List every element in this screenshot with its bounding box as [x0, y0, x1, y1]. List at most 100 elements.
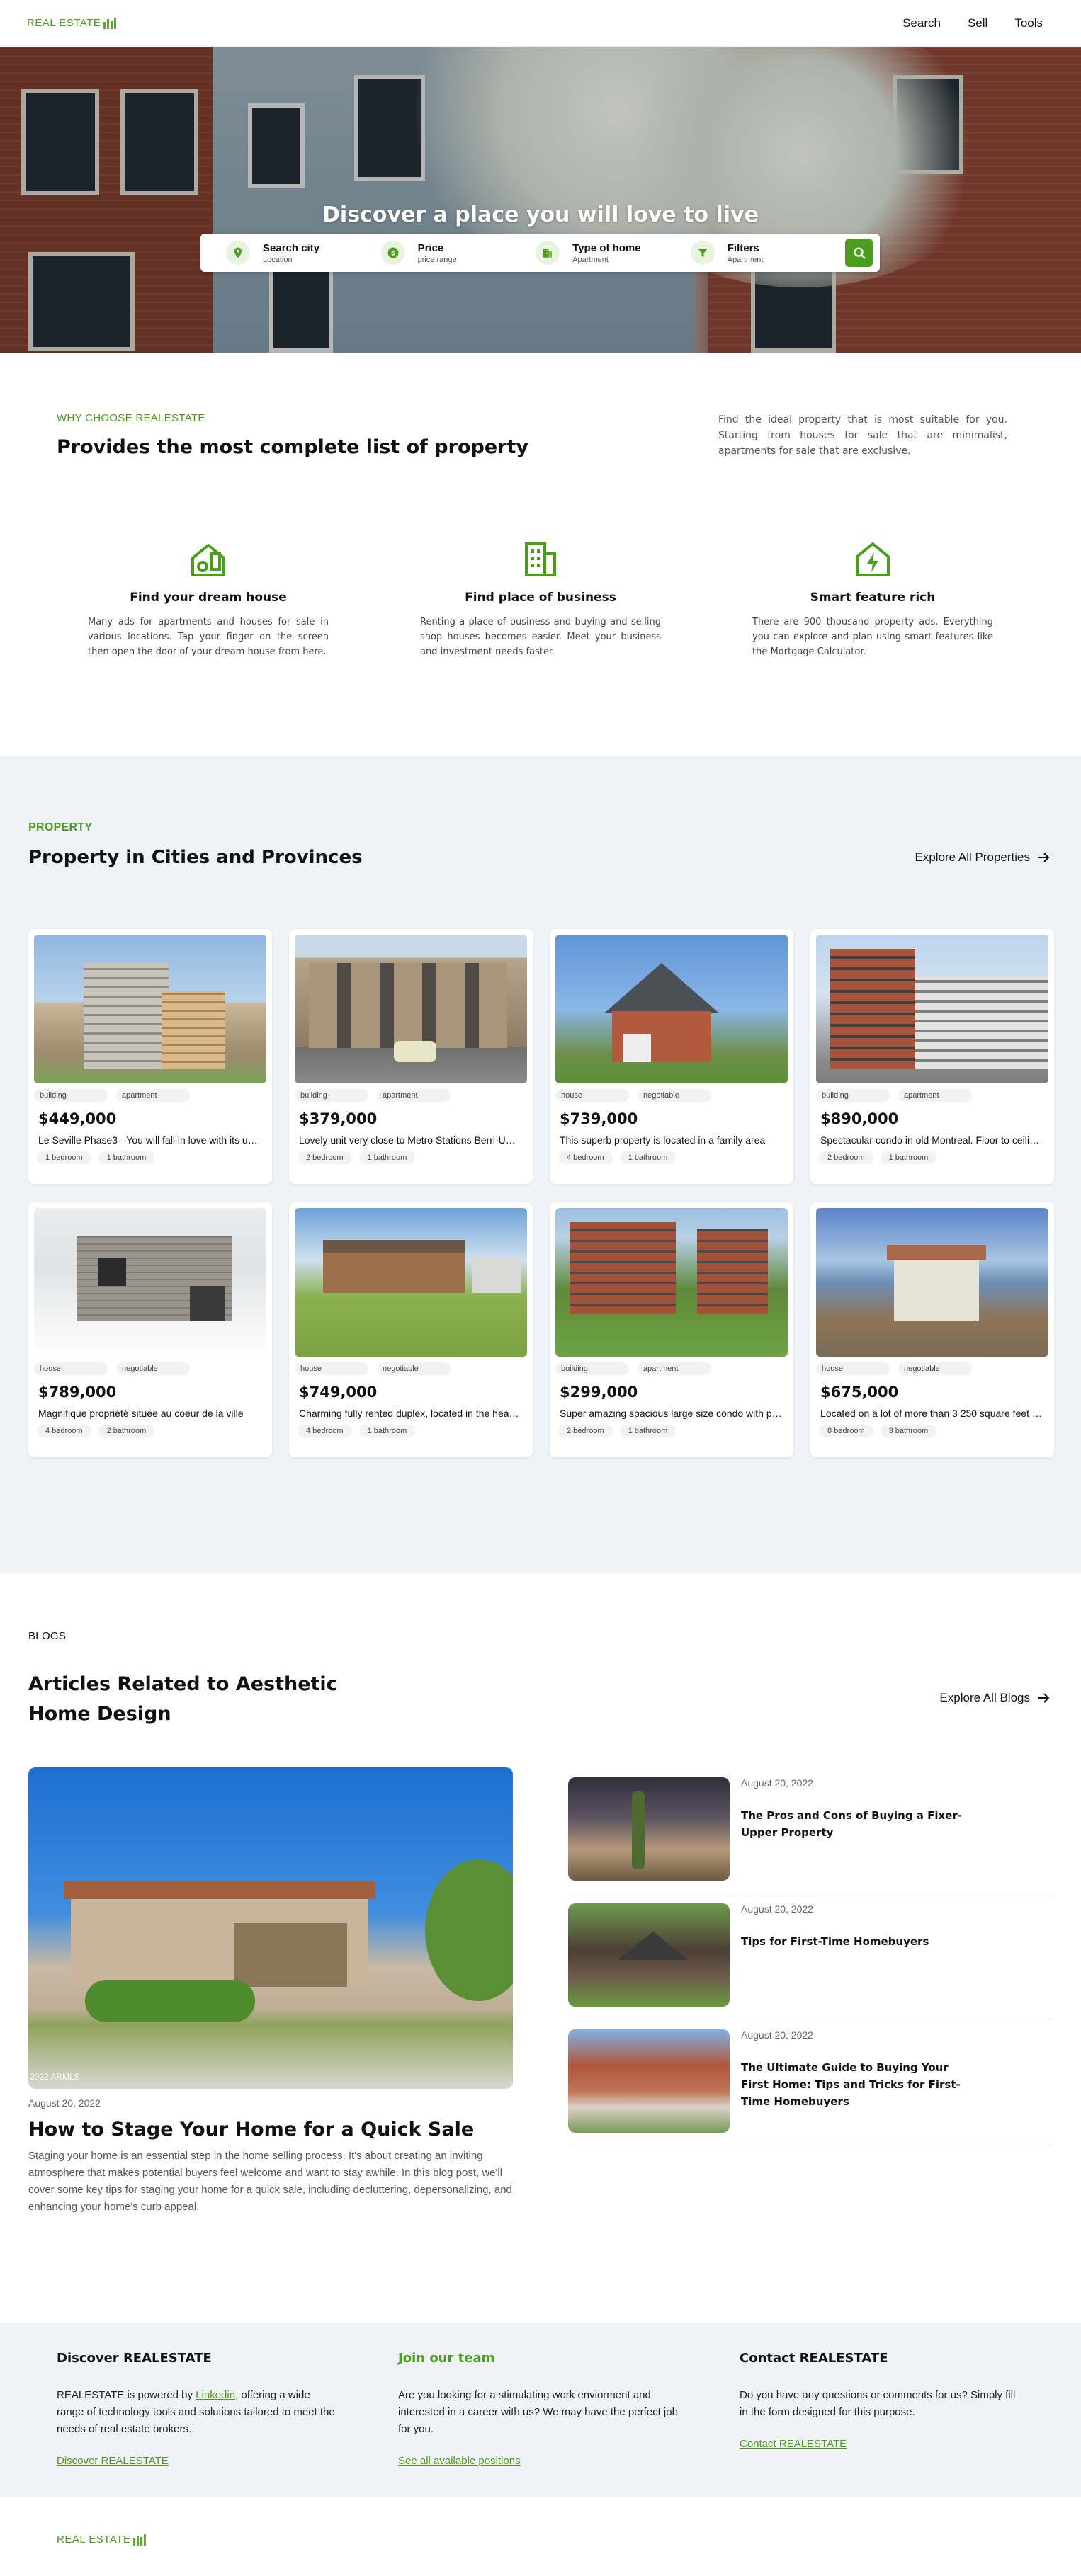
feature-text: Many ads for apartments and houses for s… — [88, 617, 329, 657]
feature-smart: Smart feature rich There are 900 thousan… — [748, 538, 997, 659]
tag: negotiable — [898, 1362, 972, 1375]
price: $749,000 — [299, 1384, 378, 1401]
property-photo — [816, 935, 1048, 1083]
feature-text: Renting a place of business and buying a… — [420, 617, 661, 657]
bathroom-count: 1 bathroom — [619, 1151, 677, 1164]
discover-link[interactable]: Discover REALESTATE — [57, 2455, 169, 2467]
filters-field[interactable]: Filters Apartment — [690, 241, 846, 265]
arrow-right-icon — [1038, 1693, 1050, 1703]
blog-thumbnail — [568, 1903, 730, 2007]
price-field[interactable]: $ Price price range — [380, 241, 536, 265]
bathroom-count: 1 bathroom — [358, 1425, 416, 1437]
why-eyebrow: WHY CHOOSE REALESTATE — [57, 412, 205, 424]
footer-logo[interactable]: REAL ESTATE — [57, 2534, 147, 2546]
explore-all-properties-link[interactable]: Explore All Properties — [915, 850, 1050, 865]
house-icon — [187, 538, 230, 581]
tag: house — [816, 1362, 890, 1375]
property-section: PROPERTY Property in Cities and Province… — [0, 756, 1081, 1573]
type-of-home-field[interactable]: Type of home Apartment — [536, 241, 691, 265]
property-card[interactable]: building apartment $379,000 Lovely unit v… — [289, 929, 533, 1184]
building-icon — [536, 241, 560, 265]
search-icon — [854, 247, 866, 259]
bedroom-count: 2 bedroom — [298, 1151, 352, 1164]
bedroom-count: 2 bedroom — [819, 1151, 873, 1164]
bathroom-count: 1 bathroom — [98, 1151, 155, 1164]
post-title: The Ultimate Guide to Buying Your First … — [741, 2061, 961, 2108]
dollar-icon: $ — [380, 241, 405, 265]
property-card[interactable]: house negotiable $675,000 Located on a lo… — [810, 1202, 1054, 1457]
blogs-eyebrow: BLOGS — [28, 1630, 67, 1642]
map-pin-icon — [226, 241, 250, 265]
bathroom-count: 3 bathroom — [880, 1425, 937, 1437]
property-card[interactable]: house negotiable $789,000 Magnifique prop… — [28, 1202, 272, 1457]
nav-sell[interactable]: Sell — [968, 16, 987, 30]
smart-home-icon — [851, 538, 894, 581]
price-sub: price range — [417, 255, 457, 264]
post-date: August 20, 2022 — [28, 2097, 101, 2109]
property-card[interactable]: building apartment $890,000 Spectacular c… — [810, 929, 1054, 1184]
description: Super amazing spacious large size condo … — [560, 1408, 782, 1419]
bedroom-count: 1 bedroom — [37, 1151, 91, 1164]
hero-title: Discover a place you will love to live — [322, 203, 759, 227]
photo-credit: 2022 ARMLS — [30, 2072, 80, 2082]
logo-text: REAL ESTATE — [27, 17, 101, 29]
description: Located on a lot of more than 3 250 squa… — [820, 1408, 1043, 1419]
nav-search[interactable]: Search — [902, 16, 941, 30]
property-card[interactable]: building apartment $449,000 Le Seville Ph… — [28, 929, 272, 1184]
nav-tools[interactable]: Tools — [1014, 16, 1043, 30]
search-button[interactable] — [845, 239, 873, 267]
tag: house — [555, 1089, 629, 1102]
property-photo — [295, 1208, 527, 1357]
description: Magnifique propriété située au coeur de … — [38, 1408, 244, 1419]
why-intro: Find the ideal property that is most sui… — [718, 414, 1007, 457]
search-city-sub: Location — [263, 255, 293, 264]
bathroom-count: 1 bathroom — [880, 1151, 937, 1164]
linkedin-link[interactable]: Linkedin — [196, 2389, 235, 2401]
price: $739,000 — [560, 1110, 638, 1127]
logo-bars-icon — [133, 2534, 147, 2546]
see-positions-link[interactable]: See all available positions — [398, 2455, 521, 2467]
featured-post-photo: 2022 ARMLS — [28, 1767, 513, 2089]
logo[interactable]: REAL ESTATE — [27, 17, 117, 29]
property-card[interactable]: house negotiable $739,000 This superb pro… — [550, 929, 793, 1184]
feature-title: Smart feature rich — [810, 591, 936, 605]
property-card[interactable]: house negotiable $749,000 Charming fully … — [289, 1202, 533, 1457]
contact-link[interactable]: Contact REALESTATE — [740, 2438, 847, 2450]
property-title: Property in Cities and Provinces — [28, 847, 363, 868]
feature-text: There are 900 thousand property ads. Eve… — [752, 617, 993, 657]
why-title: Provides the most complete list of prope… — [57, 436, 528, 458]
feature-dream-house: Find your dream house Many ads for apart… — [84, 538, 333, 659]
explore-all-blogs-link[interactable]: Explore All Blogs — [939, 1691, 1050, 1705]
svg-text:$: $ — [390, 250, 395, 257]
tag: building — [555, 1362, 629, 1375]
bathroom-count: 1 bathroom — [619, 1425, 677, 1437]
property-card[interactable]: building apartment $299,000 Super amazing… — [550, 1202, 793, 1457]
price: $449,000 — [38, 1110, 117, 1127]
tag: building — [816, 1089, 890, 1102]
feature-title: Find place of business — [465, 591, 616, 605]
property-photo — [816, 1208, 1048, 1357]
post-title: How to Stage Your Home for a Quick Sale — [28, 2119, 475, 2141]
footer-heading: Join our team — [398, 2351, 495, 2366]
filters-sub: Apartment — [727, 255, 764, 264]
blog-list-item[interactable]: August 20, 2022 The Pros and Cons of Buy… — [568, 1767, 1053, 1893]
price-label: Price — [417, 241, 444, 254]
post-date: August 20, 2022 — [741, 2029, 813, 2041]
blog-list-item[interactable]: August 20, 2022 The Ultimate Guide to Bu… — [568, 2019, 1053, 2145]
hero-overlay — [0, 47, 1081, 353]
footer: Discover REALESTATE REALESTATE is powere… — [0, 2323, 1081, 2497]
search-city-field[interactable]: Search city Location — [226, 241, 381, 265]
logo-text: REAL ESTATE — [57, 2534, 131, 2546]
post-excerpt: Staging your home is an essential step i… — [28, 2150, 512, 2213]
tag: apartment — [116, 1089, 190, 1102]
description: This superb property is located in a fam… — [560, 1134, 766, 1146]
tag: apartment — [898, 1089, 972, 1102]
property-photo — [555, 1208, 788, 1357]
featured-blog-post[interactable]: 2022 ARMLS August 20, 2022 How to Stage … — [28, 1767, 513, 2216]
property-photo — [34, 1208, 266, 1357]
footer-text: Are you looking for a stimulating work e… — [398, 2389, 678, 2435]
tag: house — [34, 1362, 108, 1375]
price: $299,000 — [560, 1384, 638, 1401]
blog-list-item[interactable]: August 20, 2022 Tips for First-Time Home… — [568, 1893, 1053, 2019]
office-building-icon — [519, 538, 562, 581]
